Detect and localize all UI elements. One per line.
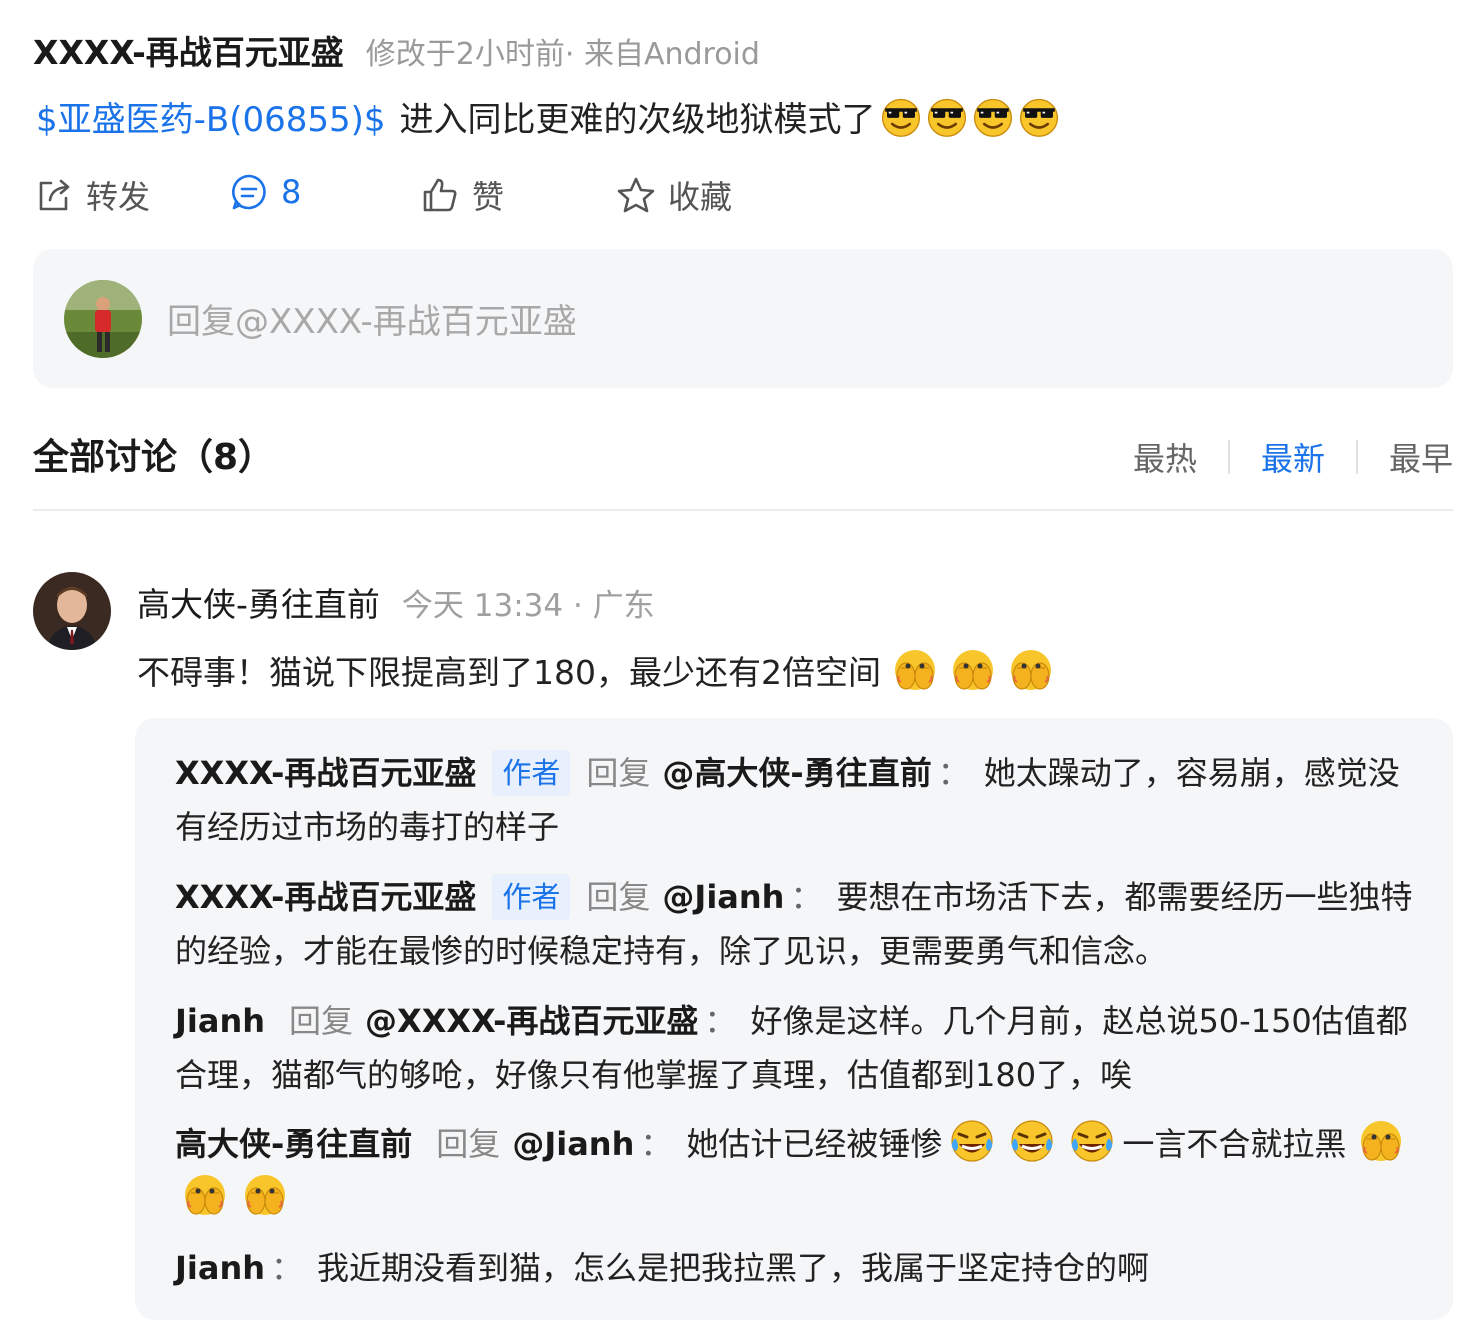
reply-word: 回复 bbox=[586, 878, 651, 916]
reply-input-placeholder[interactable]: 回复@XXXX-再战百元亚盛 bbox=[167, 294, 577, 343]
comment-text-content: 不碍事！猫说下限提高到了180，最少还有2倍空间 bbox=[137, 653, 881, 692]
divider bbox=[1355, 440, 1358, 474]
stock-link[interactable]: $亚盛医药-B(06855)$ bbox=[36, 92, 386, 141]
divider bbox=[1227, 440, 1230, 474]
comment-button[interactable]: 8 bbox=[229, 172, 301, 212]
post-meta: 修改于2小时前· 来自Android bbox=[365, 37, 760, 72]
reply-word: 回复 bbox=[586, 754, 651, 792]
reply-author-name[interactable]: XXXX-再战百元亚盛 bbox=[175, 754, 476, 792]
peeking-hands-emoji bbox=[241, 1171, 289, 1219]
reply-target[interactable]: @Jianh bbox=[662, 878, 784, 916]
laughing-crying-emoji bbox=[1068, 1117, 1116, 1165]
reply-input-box[interactable]: 回复@XXXX-再战百元亚盛 bbox=[33, 249, 1453, 388]
star-icon bbox=[617, 177, 655, 213]
reply-text: 我近期没看到猫，怎么是把我拉黑了，我属于坚定持仓的啊 bbox=[317, 1249, 1150, 1287]
post-author-name[interactable]: XXXX-再战百元亚盛 bbox=[33, 26, 344, 74]
like-label: 赞 bbox=[472, 178, 505, 216]
reply-target[interactable]: @Jianh bbox=[512, 1125, 634, 1163]
peeking-hands-emoji bbox=[1007, 646, 1055, 694]
sort-earliest[interactable]: 最早 bbox=[1389, 434, 1453, 480]
reply-colon: ： bbox=[790, 878, 823, 916]
laughing-crying-emoji bbox=[948, 1117, 996, 1165]
forward-button[interactable]: 转发 bbox=[34, 172, 150, 218]
favorite-label: 收藏 bbox=[668, 178, 733, 216]
thumbs-up-icon bbox=[423, 178, 457, 212]
post-body: $亚盛医药-B(06855)$ 进入同比更难的次级地狱模式了 bbox=[36, 92, 1060, 141]
list-item[interactable]: Jianh： 我近期没看到猫，怎么是把我拉黑了，我属于坚定持仓的啊 bbox=[175, 1241, 1425, 1295]
list-item[interactable]: 高大侠-勇往直前 回复 @Jianh： 她估计已经被锤惨 一言不合就拉黑 bbox=[175, 1117, 1425, 1225]
reply-author-name[interactable]: Jianh bbox=[175, 1002, 265, 1040]
comment-icon bbox=[232, 174, 266, 210]
author-badge: 作者 bbox=[492, 874, 571, 920]
reply-word: 回复 bbox=[436, 1125, 501, 1163]
reply-target[interactable]: @高大侠-勇往直前 bbox=[662, 754, 931, 792]
list-item[interactable]: XXXX-再战百元亚盛 作者 回复 @高大侠-勇往直前：她太躁动了，容易崩，感觉没有经… bbox=[175, 746, 1425, 854]
list-item[interactable]: Jianh 回复 @XXXX-再战百元亚盛：好像是这样。几个月前，赵总说50-150… bbox=[175, 994, 1425, 1102]
cool-sunglasses-emoji bbox=[926, 96, 968, 138]
comment-meta: 今天 13:34 · 广东 bbox=[401, 588, 655, 624]
sort-hot[interactable]: 最热 bbox=[1133, 434, 1197, 480]
laughing-crying-emoji bbox=[1008, 1117, 1056, 1165]
list-item[interactable]: XXXX-再战百元亚盛 作者 回复 @Jianh：要想在市场活下去，都需要经历一些独特… bbox=[175, 870, 1425, 978]
reply-target[interactable]: @XXXX-再战百元亚盛 bbox=[365, 1002, 698, 1040]
favorite-button[interactable]: 收藏 bbox=[616, 172, 732, 218]
reply-colon: ： bbox=[640, 1125, 673, 1163]
reply-text: 她估计已经被锤惨 bbox=[686, 1125, 943, 1163]
avatar[interactable] bbox=[33, 572, 111, 650]
reply-colon: ： bbox=[937, 754, 970, 792]
peeking-hands-emoji bbox=[181, 1171, 229, 1219]
sort-tabs: 最热 最新 最早 bbox=[1133, 434, 1453, 480]
comment-text: 不碍事！猫说下限提高到了180，最少还有2倍空间 bbox=[137, 646, 1055, 694]
section-divider bbox=[33, 509, 1453, 511]
discussion-title: 全部讨论（8） bbox=[33, 437, 275, 478]
peeking-hands-emoji bbox=[1357, 1117, 1405, 1165]
peeking-hands-emoji bbox=[891, 646, 939, 694]
reply-author-name[interactable]: Jianh bbox=[175, 1249, 265, 1287]
share-icon bbox=[39, 179, 70, 211]
comment-author-name[interactable]: 高大侠-勇往直前 bbox=[137, 578, 380, 626]
cool-sunglasses-emoji bbox=[1018, 96, 1060, 138]
reply-text: 一言不合就拉黑 bbox=[1122, 1125, 1347, 1163]
cool-sunglasses-emoji bbox=[880, 96, 922, 138]
reply-author-name[interactable]: XXXX-再战百元亚盛 bbox=[175, 878, 476, 916]
post-text: 进入同比更难的次级地狱模式了 bbox=[399, 100, 876, 140]
peeking-hands-emoji bbox=[949, 646, 997, 694]
reply-text: 好像是这样。几个月前，赵总说50-150估值都合理，猫都气的够呛，好像只有他掌握… bbox=[175, 1002, 1408, 1094]
avatar bbox=[64, 280, 142, 358]
reply-colon: ： bbox=[704, 1002, 737, 1040]
comment-count: 8 bbox=[281, 173, 302, 211]
cool-sunglasses-emoji bbox=[972, 96, 1014, 138]
reply-colon: ： bbox=[271, 1249, 304, 1287]
forward-label: 转发 bbox=[86, 178, 151, 216]
comment-header: 高大侠-勇往直前 今天 13:34 · 广东 bbox=[137, 578, 655, 626]
like-button[interactable]: 赞 bbox=[420, 172, 504, 218]
reply-word: 回复 bbox=[289, 1002, 354, 1040]
reply-author-name[interactable]: 高大侠-勇往直前 bbox=[175, 1125, 412, 1163]
sort-newest[interactable]: 最新 bbox=[1261, 434, 1325, 480]
author-badge: 作者 bbox=[492, 750, 571, 796]
post-actions: 转发 8 赞 收藏 bbox=[0, 172, 1469, 228]
post-header: XXXX-再战百元亚盛 修改于2小时前· 来自Android bbox=[33, 26, 760, 74]
